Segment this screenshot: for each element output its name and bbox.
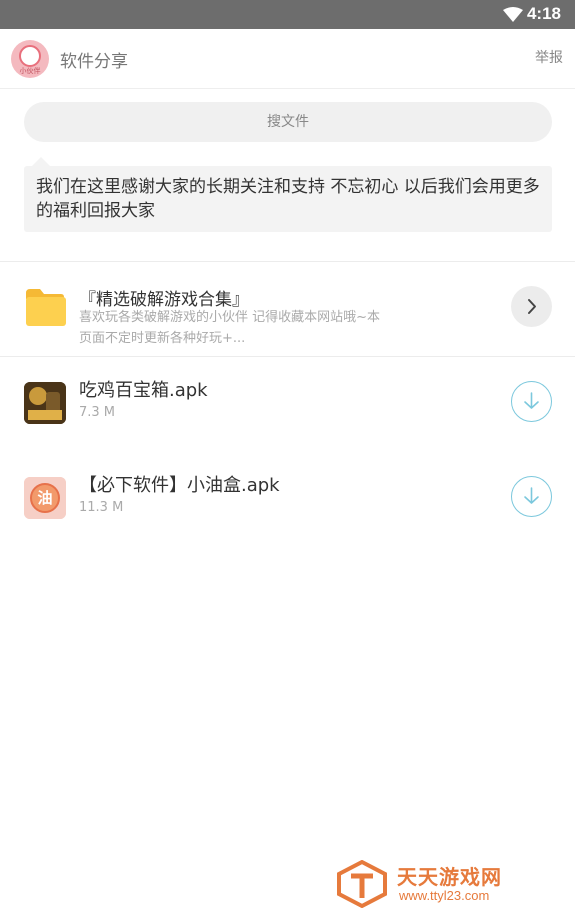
open-folder-button[interactable] bbox=[511, 286, 552, 327]
notice-tail bbox=[32, 157, 50, 166]
status-bar: 4:18 bbox=[0, 0, 575, 29]
file-name: 【必下软件】小油盒.apk bbox=[79, 475, 280, 496]
page-title: 软件分享 bbox=[60, 52, 128, 72]
watermark-logo-icon bbox=[337, 860, 387, 908]
download-button[interactable] bbox=[511, 476, 552, 517]
status-time: 4:18 bbox=[526, 4, 561, 23]
download-button[interactable] bbox=[511, 381, 552, 422]
header: 小伙伴 软件分享 举报 bbox=[0, 29, 575, 89]
divider bbox=[0, 356, 575, 357]
search-input[interactable]: 搜文件 bbox=[24, 102, 552, 142]
divider bbox=[0, 261, 575, 262]
folder-description: 喜欢玩各类破解游戏的小伙伴 记得收藏本网站哦~本页面不定时更新各种好玩+... bbox=[79, 310, 381, 346]
folder-icon bbox=[26, 289, 66, 326]
watermark-url: www.ttyl23.com bbox=[399, 888, 490, 903]
watermark: 天天游戏网 www.ttyl23.com bbox=[337, 860, 537, 908]
avatar-text: 小伙伴 bbox=[19, 68, 41, 75]
oil-box-app-icon: 油 bbox=[24, 477, 66, 519]
report-button[interactable]: 举报 bbox=[535, 47, 563, 67]
watermark-name: 天天游戏网 bbox=[397, 865, 502, 889]
download-icon bbox=[524, 487, 539, 504]
file-size: 11.3 M bbox=[79, 500, 124, 515]
chicken-app-icon bbox=[24, 382, 66, 424]
avatar[interactable]: 小伙伴 bbox=[11, 40, 49, 78]
download-icon bbox=[524, 392, 539, 409]
notice-message: 我们在这里感谢大家的长期关注和支持 不忘初心 以后我们会用更多的福利回报大家 bbox=[24, 166, 552, 232]
file-row[interactable]: 油 【必下软件】小油盒.apk 11.3 M bbox=[0, 469, 575, 539]
file-size: 7.3 M bbox=[79, 405, 116, 420]
file-row[interactable]: 吃鸡百宝箱.apk 7.3 M bbox=[0, 374, 575, 444]
chevron-right-icon bbox=[528, 299, 536, 314]
wifi-icon bbox=[503, 7, 523, 22]
file-name: 吃鸡百宝箱.apk bbox=[79, 380, 208, 401]
app-icon-text: 油 bbox=[37, 489, 53, 507]
avatar-icon bbox=[19, 45, 41, 67]
